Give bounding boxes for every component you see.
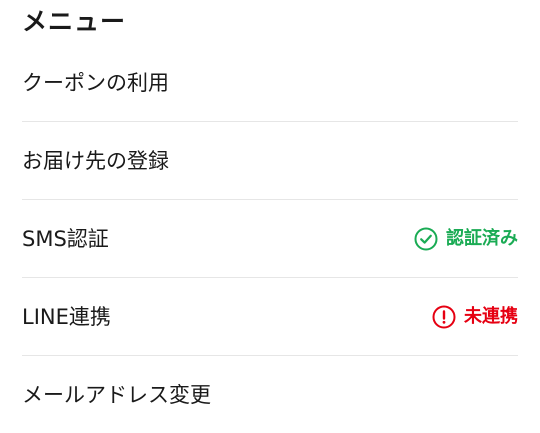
line-status: 未連携 <box>432 305 518 329</box>
menu-title: メニュー <box>22 7 127 36</box>
menu-item-label: クーポンの利用 <box>22 70 169 95</box>
menu-item-label: SMS認証 <box>22 226 109 251</box>
menu-item-label: LINE連携 <box>22 304 111 329</box>
menu-item-coupon[interactable]: クーポンの利用 <box>22 44 518 122</box>
menu-page: メニュー クーポンの利用 お届け先の登録 SMS認証 認証済み LINE連携 未… <box>0 0 540 430</box>
menu-list: クーポンの利用 お届け先の登録 SMS認証 認証済み LINE連携 未連携 メー… <box>22 44 518 433</box>
sms-status: 認証済み <box>414 227 518 251</box>
menu-item-change-email[interactable]: メールアドレス変更 <box>22 356 518 433</box>
menu-item-label: お届け先の登録 <box>22 148 169 173</box>
menu-item-delivery-address[interactable]: お届け先の登録 <box>22 122 518 200</box>
menu-item-sms-verification[interactable]: SMS認証 認証済み <box>22 200 518 278</box>
menu-item-line-link[interactable]: LINE連携 未連携 <box>22 278 518 356</box>
check-circle-icon <box>414 227 438 251</box>
menu-item-label: メールアドレス変更 <box>22 382 211 407</box>
line-status-text: 未連携 <box>464 305 518 327</box>
exclamation-circle-icon <box>432 305 456 329</box>
sms-status-text: 認証済み <box>446 227 518 249</box>
